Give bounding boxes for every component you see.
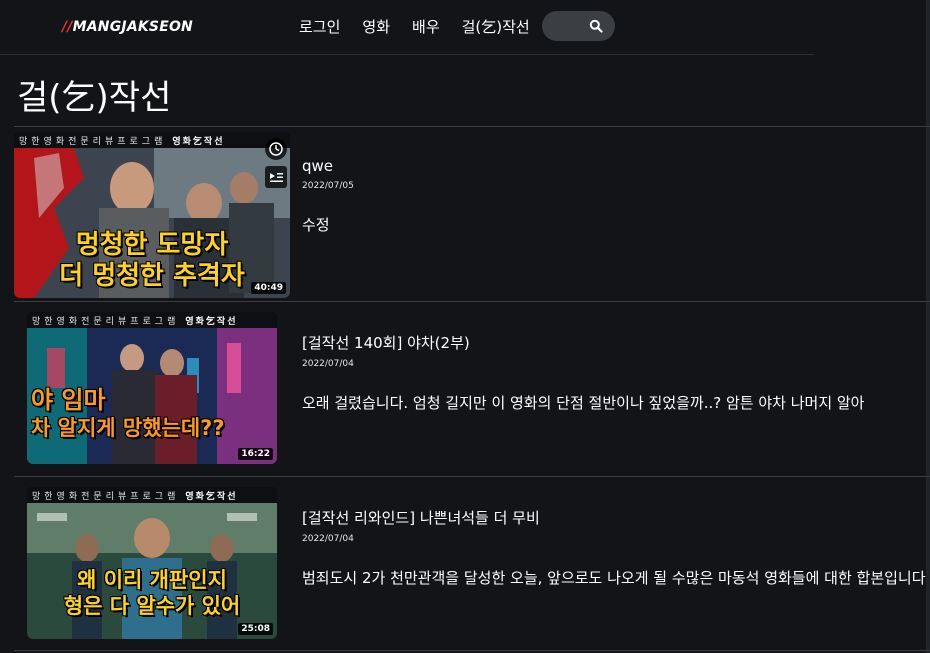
video-title[interactable]: qwe bbox=[302, 157, 930, 175]
thumbnail-strip: 망한영화전문리뷰프로그램 영화乞작선 bbox=[27, 312, 277, 328]
video-date: 2022/07/04 bbox=[302, 359, 354, 369]
add-to-queue-icon[interactable] bbox=[265, 166, 287, 188]
video-info: qwe 2022/07/05 수정 bbox=[302, 157, 930, 237]
main-nav: 로그인 영화 배우 걸(乞)작선 bbox=[299, 16, 530, 37]
nav-login[interactable]: 로그인 bbox=[299, 16, 340, 37]
video-duration: 16:22 bbox=[238, 448, 273, 460]
video-row: 망한영화전문리뷰프로그램 영화乞작선 야 임마 차 알지게 망했는데?? 16:… bbox=[14, 301, 930, 476]
thumbnail-caption-line2: 형은 다 알수가 있어 bbox=[63, 594, 241, 619]
thumbnail-caption-line1: 멍청한 도망자 bbox=[75, 230, 229, 260]
thumbnail-caption-line1: 야 임마 bbox=[31, 386, 106, 414]
nav-actors[interactable]: 배우 bbox=[412, 16, 440, 37]
thumbnail-caption-line2: 더 멍청한 추격자 bbox=[59, 261, 245, 292]
thumbnail-brand: 영화乞작선 bbox=[172, 137, 225, 147]
page-title: 걸(乞)작선 bbox=[17, 78, 172, 118]
video-info: [걸작선 140회] 야차(2부) 2022/07/04 오래 걸렸습니다. 엄… bbox=[302, 332, 930, 415]
video-thumbnail[interactable]: 망한영화전문리뷰프로그램 영화乞작선 야 임마 차 알지게 망했는데?? 16:… bbox=[27, 312, 277, 464]
playlist-icon bbox=[270, 173, 283, 182]
clock-icon bbox=[269, 142, 283, 156]
video-duration: 40:49 bbox=[251, 282, 286, 294]
logo-text: MANGJAKSEON bbox=[72, 19, 193, 35]
video-description: 범죄도시 2가 천만관객을 달성한 오늘, 앞으로도 나오게 될 수많은 마동석… bbox=[302, 569, 926, 587]
search-icon[interactable] bbox=[589, 19, 603, 33]
video-duration: 25:08 bbox=[238, 623, 273, 635]
nav-geoljakseon[interactable]: 걸(乞)작선 bbox=[462, 16, 530, 37]
site-logo[interactable]: //MANGJAKSEON bbox=[62, 19, 193, 35]
thumbnail-strip: 망한영화전문리뷰프로그램 영화乞작선 bbox=[27, 487, 277, 503]
thumbnail-caption-line1: 왜 이리 개판인지 bbox=[77, 568, 227, 592]
page: //MANGJAKSEON 로그인 영화 배우 걸(乞)작선 걸(乞)작선 망한… bbox=[0, 0, 930, 653]
video-description: 오래 걸렸습니다. 엄청 길지만 이 영화의 단점 절반이나 짚었을까..? 암… bbox=[302, 394, 865, 412]
search-input[interactable] bbox=[550, 17, 590, 35]
video-list: 망한영화전문리뷰프로그램 영화乞작선 멍청한 도망자 더 멍청한 추격자 40:… bbox=[14, 126, 930, 651]
thumbnail-program: 망한영화전문리뷰프로그램 bbox=[32, 492, 180, 502]
video-row: 망한영화전문리뷰프로그램 영화乞작선 멍청한 도망자 더 멍청한 추격자 40:… bbox=[14, 126, 930, 301]
video-date: 2022/07/04 bbox=[302, 534, 354, 544]
thumbnail-strip: 망한영화전문리뷰프로그램 영화乞작선 bbox=[14, 132, 290, 148]
video-row: 망한영화전문리뷰프로그램 영화乞작선 왜 이리 개판인지 형은 다 알수가 있어… bbox=[14, 476, 930, 651]
video-thumbnail[interactable]: 망한영화전문리뷰프로그램 영화乞작선 멍청한 도망자 더 멍청한 추격자 40:… bbox=[14, 132, 290, 298]
thumbnail-brand: 영화乞작선 bbox=[185, 492, 238, 502]
video-thumbnail[interactable]: 망한영화전문리뷰프로그램 영화乞작선 왜 이리 개판인지 형은 다 알수가 있어… bbox=[27, 487, 277, 639]
thumbnail-caption: 왜 이리 개판인지 형은 다 알수가 있어 bbox=[27, 569, 277, 617]
watch-later-icon[interactable] bbox=[265, 138, 287, 160]
video-description: 수정 bbox=[302, 216, 330, 234]
thumbnail-caption-line2: 차 알지게 망했는데?? bbox=[31, 416, 225, 441]
video-title[interactable]: [걸작선 리와인드] 나쁜녀석들 더 무비 bbox=[302, 507, 930, 528]
thumbnail-program: 망한영화전문리뷰프로그램 bbox=[19, 137, 167, 147]
logo-slash: // bbox=[62, 19, 73, 35]
thumbnail-program: 망한영화전문리뷰프로그램 bbox=[32, 317, 180, 327]
video-date: 2022/07/05 bbox=[302, 181, 354, 191]
search-box bbox=[542, 11, 615, 41]
thumbnail-brand: 영화乞작선 bbox=[185, 317, 238, 327]
thumbnail-caption: 야 임마 차 알지게 망했는데?? bbox=[27, 386, 277, 441]
video-info: [걸작선 리와인드] 나쁜녀석들 더 무비 2022/07/04 범죄도시 2가… bbox=[302, 507, 930, 590]
thumbnail-caption: 멍청한 도망자 더 멍청한 추격자 bbox=[14, 230, 290, 292]
video-title[interactable]: [걸작선 140회] 야차(2부) bbox=[302, 332, 930, 353]
site-header: //MANGJAKSEON 로그인 영화 배우 걸(乞)작선 bbox=[0, 0, 814, 55]
nav-movies[interactable]: 영화 bbox=[362, 16, 390, 37]
